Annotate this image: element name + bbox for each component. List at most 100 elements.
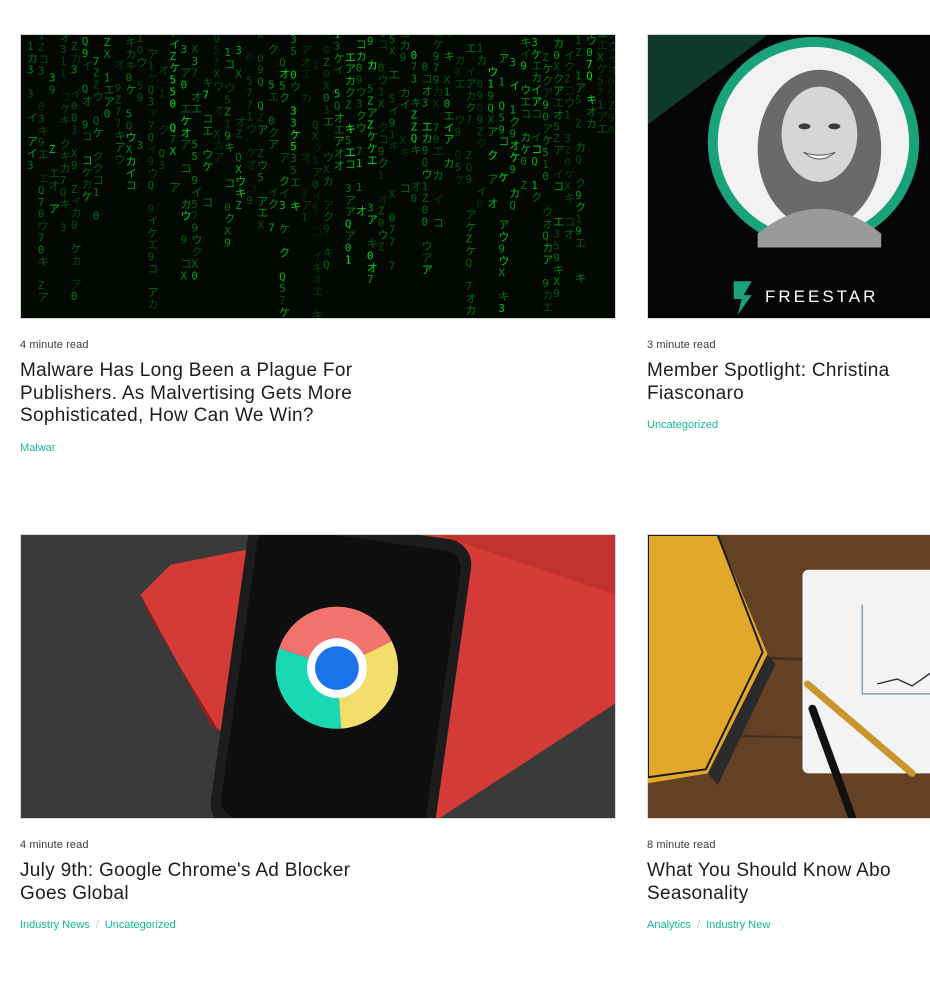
svg-text:キ: キ [312, 309, 323, 318]
svg-text:3: 3 [60, 222, 67, 235]
svg-text:ウ: ウ [213, 80, 224, 93]
svg-text:ク: ク [279, 92, 290, 105]
svg-text:オ: オ [334, 159, 345, 172]
post-card-malware[interactable]: 1カ33イアイ3ケ71Zコ303キ9エエQ70ウ70キZア39Zエオアク7オ31… [20, 34, 616, 454]
svg-text:1: 1 [301, 211, 308, 224]
post-card-seasonality[interactable]: 8 minute read What You Should Know Abo S… [647, 534, 930, 931]
tag-link[interactable]: Malwar [20, 442, 55, 454]
svg-text:X: X [235, 68, 242, 81]
notebook-pen-desk-image [648, 535, 930, 818]
post-title-line: Seasonality [647, 882, 749, 904]
post-title[interactable]: Malware Has Long Been a Plague For Publi… [20, 360, 380, 428]
svg-text:3: 3 [279, 199, 286, 212]
svg-text:オ: オ [564, 228, 575, 241]
svg-text:Z: Z [235, 199, 242, 212]
post-thumbnail[interactable]: 1カ33イアイ3ケ71Zコ303キ9エエQ70ウ70キZア39Zエオアク7オ31… [20, 34, 616, 319]
svg-text:エ: エ [455, 78, 466, 91]
svg-text:9: 9 [246, 194, 253, 207]
svg-text:3: 3 [38, 65, 45, 78]
svg-text:コ: コ [498, 135, 509, 148]
post-title[interactable]: July 9th: Google Chrome's Ad Blocker Goe… [20, 860, 380, 905]
svg-text:Q: Q [575, 153, 582, 166]
svg-text:イ: イ [27, 111, 38, 124]
svg-text:ク: ク [487, 149, 498, 162]
tag-link[interactable]: Uncategorized [105, 919, 176, 931]
svg-text:7: 7 [389, 236, 396, 249]
tag-link[interactable]: Analytics [647, 919, 691, 931]
svg-text:9: 9 [466, 173, 473, 186]
svg-text:3: 3 [411, 73, 418, 86]
svg-text:ア: ア [268, 138, 279, 151]
svg-text:1: 1 [312, 59, 319, 72]
post-card-chrome-ad-blocker[interactable]: 4 minute read July 9th: Google Chrome's … [20, 534, 616, 931]
svg-text:エ: エ [301, 68, 312, 81]
read-time: 8 minute read [647, 839, 716, 851]
svg-text:ク: ク [159, 123, 170, 136]
svg-text:オ: オ [487, 197, 498, 210]
svg-text:3: 3 [180, 43, 187, 56]
svg-text:ケ: ケ [455, 173, 466, 186]
svg-text:7: 7 [268, 222, 275, 235]
svg-text:エ: エ [389, 69, 400, 82]
read-time: 4 minute read [20, 339, 89, 351]
svg-text:コ: コ [520, 107, 531, 120]
svg-text:エ: エ [597, 122, 608, 135]
svg-text:7: 7 [191, 67, 198, 80]
svg-text:コ: コ [433, 217, 444, 230]
post-title[interactable]: Member Spotlight: Christina Fiasconaro [647, 360, 930, 405]
svg-text:X: X [498, 266, 505, 279]
svg-text:キ: キ [389, 140, 400, 153]
svg-text:ア: ア [487, 125, 498, 138]
svg-text:キ: キ [38, 255, 49, 268]
svg-text:イ: イ [400, 98, 411, 111]
svg-text:ウ: ウ [180, 210, 191, 223]
svg-text:キ: キ [400, 146, 411, 159]
tag-link[interactable]: Industry News [20, 919, 90, 931]
post-title-line: Fiasconaro [647, 382, 744, 404]
svg-text:ケ: ケ [279, 306, 290, 318]
svg-text:3: 3 [235, 44, 242, 57]
svg-text:ケ: ケ [279, 223, 290, 236]
svg-text:Q: Q [466, 256, 473, 269]
svg-text:9: 9 [553, 287, 560, 300]
post-thumbnail[interactable] [647, 534, 930, 819]
svg-text:コ: コ [126, 179, 137, 192]
svg-text:Z: Z [575, 46, 582, 59]
read-time: 4 minute read [20, 839, 89, 851]
post-title[interactable]: What You Should Know Abo Seasonality [647, 860, 930, 905]
matrix-code-image: 1カ33イアイ3ケ71Zコ303キ9エエQ70ウ70キZア39Zエオアク7オ31… [21, 35, 615, 318]
svg-text:Z: Z [378, 240, 385, 253]
svg-text:1: 1 [60, 67, 67, 80]
svg-text:キ: キ [444, 50, 455, 63]
svg-text:3: 3 [27, 64, 34, 77]
phone-chrome-logo-image [21, 535, 615, 818]
svg-text:コ: コ [553, 180, 564, 193]
svg-text:イ: イ [509, 80, 520, 93]
svg-text:ケ: ケ [202, 160, 213, 173]
svg-text:7: 7 [389, 259, 396, 272]
svg-text:キ: キ [444, 35, 455, 39]
svg-text:ア: ア [279, 151, 290, 164]
svg-text:Z: Z [345, 98, 352, 111]
svg-text:コ: コ [148, 262, 159, 275]
svg-text:エ: エ [268, 91, 279, 104]
svg-text:0: 0 [170, 98, 177, 111]
svg-text:1: 1 [356, 157, 363, 170]
svg-text:コ: コ [82, 130, 93, 143]
svg-text:0: 0 [520, 155, 527, 168]
svg-text:9: 9 [367, 35, 374, 48]
svg-text:コ: コ [180, 162, 191, 175]
svg-text:エ: エ [312, 285, 323, 298]
tag-link[interactable]: Uncategorized [647, 419, 718, 431]
svg-text:コ: コ [224, 177, 235, 190]
post-thumbnail[interactable] [20, 534, 616, 819]
svg-text:ア: ア [444, 133, 455, 146]
post-thumbnail[interactable]: FREESTAR [647, 34, 930, 319]
svg-text:コ: コ [345, 158, 356, 171]
svg-text:9: 9 [224, 237, 231, 250]
tag-link[interactable]: Industry New [706, 919, 770, 931]
post-title-line: Member Spotlight: Christina [647, 360, 890, 381]
svg-text:1: 1 [356, 181, 363, 194]
svg-text:X: X [433, 98, 440, 111]
post-card-member-spotlight[interactable]: FREESTAR 3 minute read Member Spotlight:… [647, 34, 930, 431]
